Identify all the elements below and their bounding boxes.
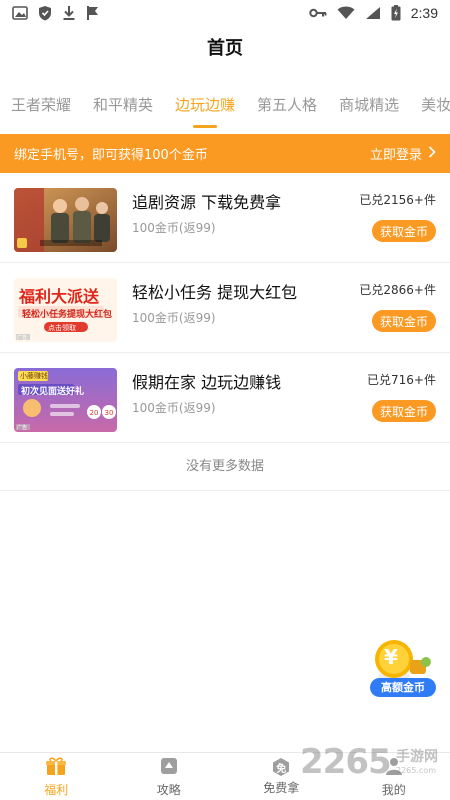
get-coins-button[interactable]: 获取金币 — [372, 220, 436, 242]
status-bar: 2:39 — [0, 0, 450, 26]
bind-phone-banner[interactable]: 绑定手机号，即可获得100个金币 立即登录 — [0, 134, 450, 173]
svg-text:20: 20 — [90, 409, 99, 417]
list-item[interactable]: 追剧资源 下载免费拿 100金币(返99) 已兑2156+件 获取金币 — [0, 173, 450, 263]
banner-text: 绑定手机号，即可获得100个金币 — [14, 148, 208, 163]
nav-welfare-label: 福利 — [44, 782, 69, 797]
vpn-key-icon — [309, 7, 327, 19]
thumb-cta: 点击领取 — [48, 324, 76, 332]
app-screen: 2:39 首页 王者荣耀 和平精英 边玩边赚 第五人格 商城精选 美妆护 绑定手… — [0, 0, 450, 800]
status-time: 2:39 — [410, 5, 438, 21]
tab-shangcheng[interactable]: 商城精选 — [328, 86, 410, 132]
battery-charging-icon — [391, 5, 401, 21]
tab-meizhuang[interactable]: 美妆护 — [410, 86, 450, 132]
nav-mine-label: 我的 — [381, 782, 406, 797]
nav-free-label: 免费拿 — [263, 781, 300, 795]
item-redeemed-count: 已兑2866+件 — [359, 283, 436, 297]
no-more-data: 没有更多数据 — [0, 443, 450, 491]
item-title: 假期在家 边玩边赚钱 — [132, 373, 282, 392]
image-notification-icon — [12, 6, 28, 20]
high-coin-label: 高额金币 — [370, 678, 436, 697]
nav-mine[interactable]: 我的 — [338, 753, 450, 800]
shield-notification-icon — [38, 5, 52, 21]
bottom-nav: 福利 攻略 免 免费拿 我的 — [0, 752, 450, 800]
thumb-headline: 初次见面送好礼 — [21, 387, 85, 397]
item-price: 100金币(返99) — [132, 401, 216, 415]
login-link[interactable]: 立即登录 — [370, 144, 436, 163]
item-title: 追剧资源 下载免费拿 — [132, 193, 282, 212]
item-redeemed-count: 已兑2156+件 — [359, 193, 436, 207]
nav-welfare[interactable]: 福利 — [0, 753, 113, 800]
high-coin-float-button[interactable]: ¥ 高额金币 — [370, 638, 438, 700]
nav-free[interactable]: 免 免费拿 — [225, 753, 338, 800]
svg-text:30: 30 — [105, 409, 114, 417]
chevron-right-icon — [428, 145, 436, 162]
free-icon: 免 — [271, 757, 291, 777]
item-price: 100金币(返99) — [132, 311, 216, 325]
nav-guide[interactable]: 攻略 — [113, 753, 226, 800]
page-title: 首页 — [207, 38, 243, 59]
list-item[interactable]: 福利大派送 轻松小任务提现大红包 点击领取 广告 轻松小任务 提现大红包 100… — [0, 263, 450, 353]
user-icon — [384, 756, 404, 779]
item-thumbnail: 20 30 小藤赚钱 初次见面送好礼 广告 — [14, 368, 117, 432]
category-tabs: 王者荣耀 和平精英 边玩边赚 第五人格 商城精选 美妆护 — [0, 86, 450, 132]
tab-heping[interactable]: 和平精英 — [82, 86, 164, 132]
signal-icon — [365, 6, 381, 20]
thumb-headline: 福利大派送 — [19, 287, 100, 306]
item-redeemed-count: 已兑716+件 — [367, 373, 436, 387]
list-item[interactable]: 20 30 小藤赚钱 初次见面送好礼 广告 假期在家 边玩边赚钱 100金币(返… — [0, 353, 450, 443]
get-coins-button[interactable]: 获取金币 — [372, 310, 436, 332]
status-system: 2:39 — [309, 5, 438, 21]
item-thumbnail — [14, 188, 117, 252]
tab-bianwan-bianzhuan[interactable]: 边玩边赚 — [164, 86, 246, 132]
thumb-subline: 轻松小任务提现大红包 — [22, 310, 113, 320]
tab-wangzhe[interactable]: 王者荣耀 — [0, 86, 82, 132]
login-link-label: 立即登录 — [369, 148, 422, 163]
status-notifications — [12, 5, 100, 21]
item-title: 轻松小任务 提现大红包 — [132, 283, 298, 302]
coin-yen-icon: ¥ — [384, 645, 398, 669]
gift-icon — [45, 756, 67, 779]
reward-list: 追剧资源 下载免费拿 100金币(返99) 已兑2156+件 获取金币 福利大派… — [0, 173, 450, 443]
thumb-ad-label: 广告 — [17, 425, 28, 431]
free-icon-glyph: 免 — [276, 764, 287, 775]
thumb-ad-label: 广告 — [17, 335, 28, 341]
item-thumbnail: 福利大派送 轻松小任务提现大红包 点击领取 广告 — [14, 278, 117, 342]
thumb-tag: 小藤赚钱 — [20, 372, 48, 380]
download-icon — [62, 5, 76, 21]
guide-icon — [159, 756, 179, 779]
nav-guide-label: 攻略 — [156, 782, 181, 797]
item-price: 100金币(返99) — [132, 221, 216, 235]
get-coins-button[interactable]: 获取金币 — [372, 400, 436, 422]
tab-diwu-renge[interactable]: 第五人格 — [246, 86, 328, 132]
flag-notification-icon — [86, 5, 100, 21]
wifi-icon — [337, 6, 355, 20]
